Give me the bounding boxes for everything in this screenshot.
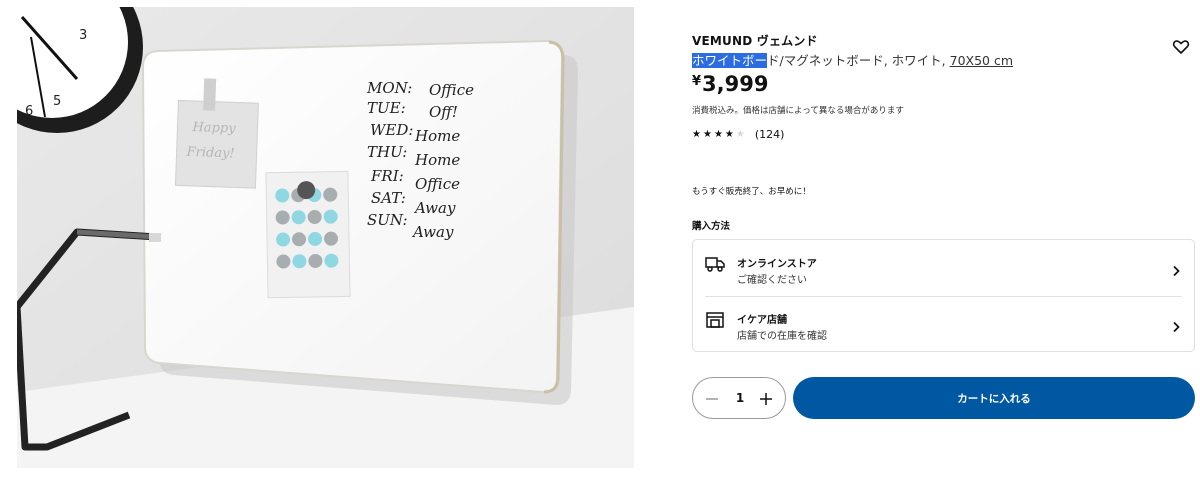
sticky-note-text: Happy <box>191 120 236 137</box>
sticky-note-text: Friday! <box>185 145 235 162</box>
board-plan: Home <box>414 151 460 169</box>
delivery-truck-icon <box>705 256 725 272</box>
add-to-cart-button[interactable]: カートに入れる <box>793 377 1195 419</box>
quantity-stepper: 1 <box>692 377 786 419</box>
star-filled-icon: ★ <box>724 129 736 140</box>
tax-note: 消費税込み。価格は店舗によって異なる場合があります <box>692 106 904 116</box>
clock-number: 5 <box>53 94 61 109</box>
selected-text: ホワイトボー <box>692 53 768 68</box>
board-day: TUE: <box>367 99 406 117</box>
size-link[interactable]: 70X50 cm <box>950 53 1013 68</box>
board-plan: Off! <box>429 103 458 121</box>
availability-notice: もうすぐ販売終了、お早めに！ <box>692 187 811 197</box>
board-day: SUN: <box>367 211 408 229</box>
minus-icon[interactable] <box>705 391 719 405</box>
whiteboard-photo: 3 5 6 Happy Friday! MON: Office TUE: Off… <box>17 7 634 468</box>
star-filled-icon: ★ <box>692 129 703 140</box>
rating-stars: ★★★★★ <box>692 129 747 140</box>
option-subtitle: ご確認ください <box>737 275 807 286</box>
wishlist-heart-icon[interactable] <box>1170 36 1192 58</box>
board-plan: Home <box>414 127 460 145</box>
star-empty-icon: ★ <box>735 129 747 140</box>
option-title: イケア店舗 <box>737 315 787 326</box>
clock-number: 3 <box>79 28 87 43</box>
ikea-store-option[interactable]: イケア店舗 店舗での在庫を確認 <box>693 296 1194 352</box>
board-day: MON: <box>366 79 412 97</box>
clock-number: 6 <box>25 104 33 119</box>
board-plan: Office <box>429 81 474 99</box>
chevron-right-icon <box>1172 318 1180 333</box>
chevron-right-icon <box>1172 262 1180 277</box>
star-filled-icon: ★ <box>702 129 714 140</box>
product-image[interactable]: 3 5 6 Happy Friday! MON: Office TUE: Off… <box>17 7 634 468</box>
board-plan: Away <box>411 223 454 241</box>
option-title: オンラインストア <box>737 259 817 270</box>
board-plan: Away <box>413 199 456 217</box>
board-day: WED: <box>370 121 413 139</box>
purchase-options: オンラインストア ご確認ください イケア店舗 店舗での在庫を確認 <box>692 239 1195 352</box>
board-day: SAT: <box>371 189 406 207</box>
description-text: ド/マグネットボード, ホワイト, <box>767 53 950 68</box>
price-currency: ¥ <box>692 74 702 89</box>
rating[interactable]: ★★★★★ (124) <box>692 128 784 141</box>
board-day: FRI: <box>370 167 404 185</box>
online-store-option[interactable]: オンラインストア ご確認ください <box>693 240 1194 296</box>
product-description: ホワイトボード/マグネットボード, ホワイト, 70X50 cm <box>692 50 1013 69</box>
store-icon <box>705 312 725 328</box>
rating-count: (124) <box>754 128 785 141</box>
product-name: VEMUND ヴェムンド <box>692 34 818 48</box>
board-day: THU: <box>367 143 407 161</box>
quantity-value[interactable]: 1 <box>733 391 747 405</box>
star-filled-icon: ★ <box>713 129 725 140</box>
price-value: 3,999 <box>702 72 769 96</box>
price: ¥3,999 <box>692 72 768 96</box>
board-plan: Office <box>415 175 460 193</box>
purchase-heading: 購入方法 <box>692 221 731 232</box>
option-subtitle: 店舗での在庫を確認 <box>737 331 827 342</box>
plus-icon[interactable] <box>759 391 773 405</box>
product-info: VEMUND ヴェムンド ホワイトボード/マグネットボード, ホワイト, 70X… <box>692 0 1195 484</box>
